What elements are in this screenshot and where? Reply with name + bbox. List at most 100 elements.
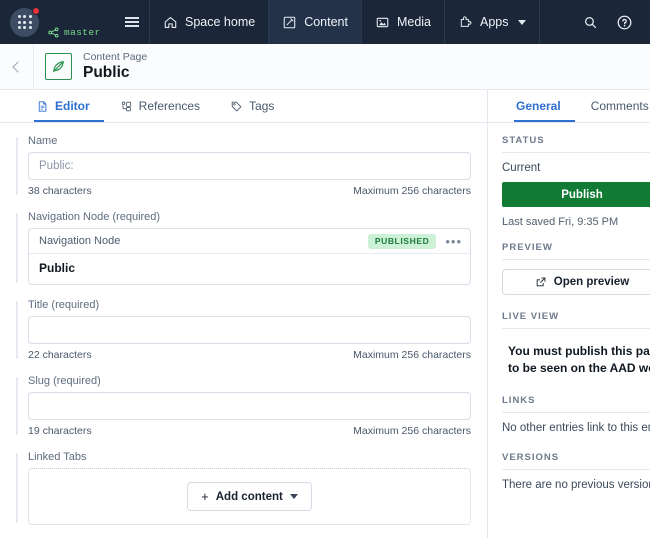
linked-tabs-dropzone[interactable]: + Add content xyxy=(28,468,471,525)
main-body: Editor References Tags Name Public: 38 c… xyxy=(0,90,650,538)
field-slug: Slug (required) 19 characters Maximum 25… xyxy=(16,375,471,437)
field-meta-name: 38 characters Maximum 256 characters xyxy=(28,185,471,197)
tab-label-general: General xyxy=(516,99,561,113)
tab-editor[interactable]: Editor xyxy=(34,99,104,122)
page-title: Public xyxy=(83,64,130,82)
name-char-max: Maximum 256 characters xyxy=(353,185,471,197)
slug-char-max: Maximum 256 characters xyxy=(353,425,471,437)
section-heading-live-view: LIVE VIEW xyxy=(502,311,650,329)
details-tabbar: General Comments xyxy=(488,90,650,123)
title-char-max: Maximum 256 characters xyxy=(353,349,471,361)
media-icon xyxy=(376,17,389,27)
editor-tabbar: Editor References Tags xyxy=(0,90,487,123)
chevron-down-icon xyxy=(289,494,298,499)
field-label-slug: Slug (required) xyxy=(28,375,101,387)
nav-label-space-home: Space home xyxy=(185,15,256,29)
field-title: Title (required) 22 characters Maximum 2… xyxy=(16,299,471,361)
app-launcher-icon[interactable] xyxy=(10,6,40,37)
page-header: Content Page Public xyxy=(0,43,650,90)
title-input[interactable] xyxy=(28,316,471,344)
nav-right-cluster xyxy=(576,0,650,44)
menu-toggle-icon[interactable] xyxy=(115,0,149,44)
status-badge: PUBLISHED xyxy=(367,233,437,249)
navigation-node-value: Public xyxy=(39,261,76,275)
versions-empty-text: There are no previous versions because xyxy=(502,479,650,492)
title-char-count: 22 characters xyxy=(28,349,92,361)
more-options-icon[interactable]: ••• xyxy=(445,235,462,248)
content-form: Name Public: 38 characters Maximum 256 c… xyxy=(0,123,487,538)
field-linked-tabs: Linked Tabs + Add content xyxy=(16,451,471,525)
search-icon[interactable] xyxy=(576,8,604,36)
section-heading-versions: VERSIONS xyxy=(502,452,650,471)
field-label-navigation-node: Navigation Node (required) xyxy=(28,211,161,223)
external-link-icon xyxy=(536,277,546,287)
branch-indicator[interactable]: master xyxy=(48,27,101,38)
add-content-label: Add content xyxy=(215,490,283,503)
content-icon xyxy=(283,16,296,28)
branch-icon xyxy=(48,27,59,38)
add-content-button[interactable]: + Add content xyxy=(187,482,312,511)
tab-references[interactable]: References xyxy=(118,99,214,122)
help-icon[interactable] xyxy=(610,8,638,36)
navigation-node-type: Navigation Node xyxy=(39,235,121,247)
tab-label-comments: Comments xyxy=(590,99,649,113)
references-icon xyxy=(121,101,131,111)
editor-column: Editor References Tags Name Public: 38 c… xyxy=(0,90,488,538)
name-input-value: Public: xyxy=(39,160,74,172)
tab-label-editor: Editor xyxy=(55,99,90,113)
nav-item-content[interactable]: Content xyxy=(268,0,361,44)
chevron-left-icon xyxy=(12,60,24,73)
apps-icon xyxy=(460,15,472,27)
navigation-node-card[interactable]: Navigation Node PUBLISHED ••• Public xyxy=(28,228,471,285)
section-heading-links: LINKS xyxy=(502,395,650,414)
field-label-name: Name xyxy=(28,135,58,147)
tab-label-references: References xyxy=(138,99,201,113)
notification-badge-dot xyxy=(32,6,40,15)
open-preview-label: Open preview xyxy=(553,276,630,288)
tab-general[interactable]: General xyxy=(514,99,575,122)
status-current-label: Current xyxy=(502,162,541,174)
nav-label-apps: Apps xyxy=(480,15,509,29)
nav-label-media: Media xyxy=(396,15,432,29)
navigation-node-card-header: Navigation Node PUBLISHED ••• xyxy=(29,229,470,254)
field-navigation-node: Navigation Node (required) Navigation No… xyxy=(16,211,471,285)
tab-tags[interactable]: Tags xyxy=(228,99,288,122)
name-char-count: 38 characters xyxy=(28,185,92,197)
slug-input[interactable] xyxy=(28,392,471,420)
back-button[interactable] xyxy=(0,43,34,90)
details-panel: General Comments STATUS Current Publish … xyxy=(488,90,650,538)
field-name: Name Public: 38 characters Maximum 256 c… xyxy=(16,135,471,197)
nav-item-space-home[interactable]: Space home xyxy=(149,0,268,44)
nav-label-content: Content xyxy=(304,15,348,29)
tag-icon xyxy=(231,101,242,111)
publish-button[interactable]: Publish xyxy=(502,182,650,207)
page-header-text: Content Page Public xyxy=(83,51,147,82)
leaf-icon xyxy=(52,61,64,73)
home-icon xyxy=(164,16,177,28)
top-navigation-bar: master Space home Content Media Apps xyxy=(0,0,650,44)
nav-item-media[interactable]: Media xyxy=(360,0,444,44)
field-meta-slug: 19 characters Maximum 256 characters xyxy=(28,425,471,437)
field-label-title: Title (required) xyxy=(28,299,100,311)
section-heading-status: STATUS xyxy=(502,135,650,153)
live-view-message: You must publish this page in order to b… xyxy=(508,343,650,377)
field-meta-title: 22 characters Maximum 256 characters xyxy=(28,349,471,361)
content-type-icon xyxy=(45,53,72,80)
live-view-line-1: You must publish this page in order xyxy=(508,344,650,358)
open-preview-button[interactable]: Open preview xyxy=(502,269,650,295)
last-saved-text: Last saved Fri, 9:35 PM xyxy=(502,216,619,228)
details-panel-body: STATUS Current Publish Last saved Fri, 9… xyxy=(488,123,650,538)
nav-items: Space home Content Media Apps xyxy=(149,0,540,44)
chevron-down-icon xyxy=(517,19,526,25)
tab-comments[interactable]: Comments xyxy=(589,99,650,122)
plus-icon: + xyxy=(201,489,209,504)
links-empty-text: No other entries link to this entry. xyxy=(502,422,650,435)
nav-item-apps[interactable]: Apps xyxy=(444,0,540,44)
section-heading-preview: PREVIEW xyxy=(502,242,650,260)
nav-left-cluster: master xyxy=(0,0,115,44)
document-icon xyxy=(38,100,47,112)
branch-name: master xyxy=(64,27,101,38)
name-input[interactable]: Public: xyxy=(28,152,471,180)
slug-char-count: 19 characters xyxy=(28,425,92,437)
live-view-line-2: to be seen on the AAD website xyxy=(508,361,650,376)
